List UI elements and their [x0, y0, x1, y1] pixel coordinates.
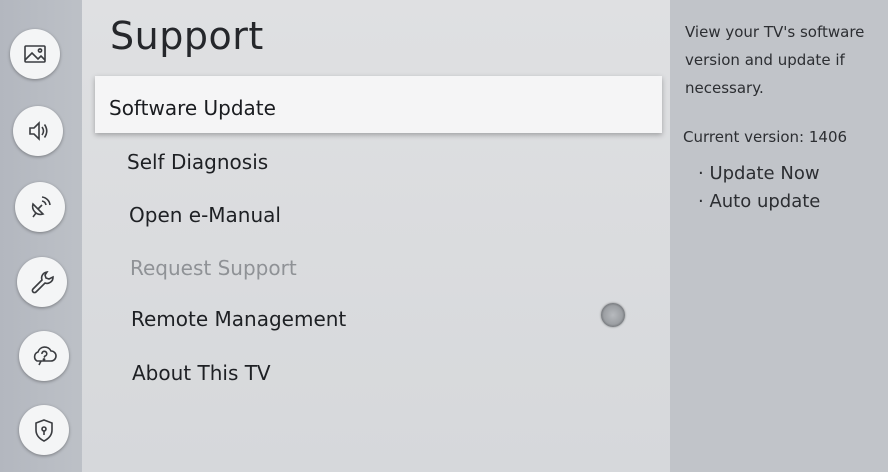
option-auto-update: · Auto update [698, 191, 821, 212]
menu-item-self-diagnosis[interactable]: Self Diagnosis [127, 150, 268, 174]
item-description: View your TV's software version and upda… [685, 23, 865, 97]
menu-item-about-this-tv[interactable]: About This TV [132, 361, 271, 385]
privacy-icon[interactable] [19, 405, 69, 455]
broadcasting-icon[interactable] [15, 182, 65, 232]
remote-management-toggle[interactable] [601, 303, 625, 327]
menu-item-request-support: Request Support [130, 256, 297, 280]
current-version: Current version: 1406 [683, 128, 848, 146]
menu-item-software-update[interactable]: Software Update [95, 76, 662, 133]
general-icon[interactable] [17, 257, 67, 307]
info-panel: View your TV's software version and upda… [670, 0, 888, 472]
menu-item-remote-management[interactable]: Remote Management [131, 307, 346, 331]
picture-icon[interactable] [10, 29, 60, 79]
menu-item-open-e-manual[interactable]: Open e-Manual [129, 203, 281, 227]
category-sidebar [0, 0, 85, 472]
sound-icon[interactable] [13, 106, 63, 156]
page-title: Support [110, 14, 264, 58]
support-icon[interactable] [19, 331, 69, 381]
support-menu-panel: Support Software Update Self Diagnosis O… [82, 0, 670, 472]
option-update-now: · Update Now [698, 163, 820, 184]
